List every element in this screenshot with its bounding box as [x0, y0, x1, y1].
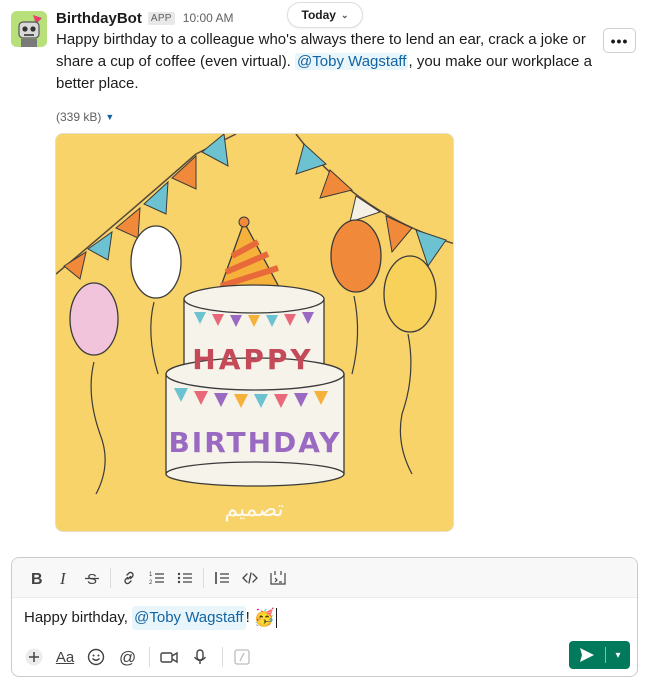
microphone-icon [193, 649, 207, 664]
robot-icon [11, 11, 47, 47]
more-actions-icon: ••• [610, 32, 629, 49]
send-button[interactable] [569, 641, 605, 669]
composer-mention[interactable]: @Toby Wagstaff [132, 606, 246, 630]
message-header: BirthdayBot APP 10:00 AM [56, 8, 233, 28]
composer-input[interactable]: Happy birthday, @Toby Wagstaff! 🥳 [24, 606, 277, 630]
composer-text-prefix: Happy birthday, [24, 609, 133, 626]
mention-button[interactable]: @ [113, 643, 141, 671]
text-cursor [275, 608, 277, 628]
composer-divider [222, 647, 223, 667]
date-divider-label: Today [301, 8, 336, 22]
ordered-list-button[interactable]: 12 [143, 564, 171, 592]
bulleted-list-icon [177, 572, 192, 583]
code-block-icon [270, 570, 286, 585]
italic-button[interactable]: I [50, 564, 78, 592]
toolbar-divider [110, 567, 111, 588]
shortcuts-button[interactable] [228, 643, 256, 671]
italic-icon: I [59, 570, 67, 586]
file-size: (339 kB) [56, 110, 102, 124]
birthday-image[interactable]: HAPPY BIRTHDAY تصميم [55, 133, 454, 532]
cake-birthday-text: BIRTHDAY [168, 426, 341, 459]
formatting-toggle-button[interactable]: Aa [51, 643, 79, 671]
attach-button[interactable] [20, 643, 48, 671]
formatting-toggle-label: Aa [55, 648, 75, 666]
strikethrough-button[interactable]: S [78, 564, 106, 592]
schedule-send-button[interactable]: ▾ [606, 641, 630, 669]
bold-button[interactable]: B [22, 564, 50, 592]
composer-divider [149, 647, 150, 667]
file-size-toggle[interactable]: (339 kB) ▼ [56, 110, 114, 124]
code-button[interactable] [236, 564, 264, 592]
strikethrough-icon: S [85, 571, 99, 586]
message-composer[interactable]: B I S 12 Happy birthday, @Toby Wagstaff!… [11, 557, 638, 677]
at-sign-icon: @ [119, 648, 136, 666]
plus-icon [25, 648, 43, 666]
svg-text:@: @ [119, 648, 136, 666]
birthday-cake-illustration: HAPPY BIRTHDAY تصميم [56, 134, 453, 531]
blockquote-button[interactable] [208, 564, 236, 592]
formatting-toolbar: B I S 12 [12, 558, 637, 598]
date-divider-button[interactable]: Today ⌄ [287, 2, 363, 28]
emoji-button[interactable] [82, 643, 110, 671]
message-timestamp[interactable]: 10:00 AM [183, 11, 234, 25]
caret-down-icon: ▼ [105, 112, 115, 122]
ordered-list-icon: 12 [149, 572, 164, 586]
bot-avatar[interactable] [11, 11, 47, 47]
svg-text:B: B [31, 571, 43, 586]
svg-text:1: 1 [149, 572, 153, 578]
bold-icon: B [31, 571, 43, 586]
bulleted-list-button[interactable] [171, 564, 199, 592]
link-icon [124, 571, 134, 584]
send-button-group: ▾ [569, 641, 630, 669]
link-button[interactable] [115, 564, 143, 592]
chevron-down-icon: ⌄ [340, 9, 349, 20]
cake-happy-text: HAPPY [192, 343, 313, 376]
video-clip-button[interactable] [155, 643, 183, 671]
blockquote-icon [215, 571, 229, 584]
audio-clip-button[interactable] [186, 643, 214, 671]
code-icon [242, 571, 258, 584]
code-block-button[interactable] [264, 564, 292, 592]
svg-text:2: 2 [149, 580, 153, 586]
message-text: Happy birthday to a colleague who's alwa… [56, 29, 596, 95]
chevron-down-icon: ▾ [615, 649, 621, 661]
user-mention[interactable]: @Toby Wagstaff [295, 53, 409, 70]
more-actions-button[interactable]: ••• [603, 28, 636, 53]
send-icon [580, 648, 594, 662]
composer-text-suffix: ! [245, 609, 250, 626]
app-badge: APP [147, 11, 175, 25]
video-camera-icon [160, 651, 178, 664]
emoji-icon [87, 648, 105, 666]
sender-name[interactable]: BirthdayBot [56, 10, 142, 27]
composer-actions: Aa @ [12, 638, 637, 676]
watermark-signature: تصميم [224, 497, 283, 522]
slash-icon [234, 649, 250, 665]
party-emoji: 🥳 [253, 608, 275, 627]
toolbar-divider [203, 567, 204, 588]
svg-text:I: I [59, 570, 67, 586]
